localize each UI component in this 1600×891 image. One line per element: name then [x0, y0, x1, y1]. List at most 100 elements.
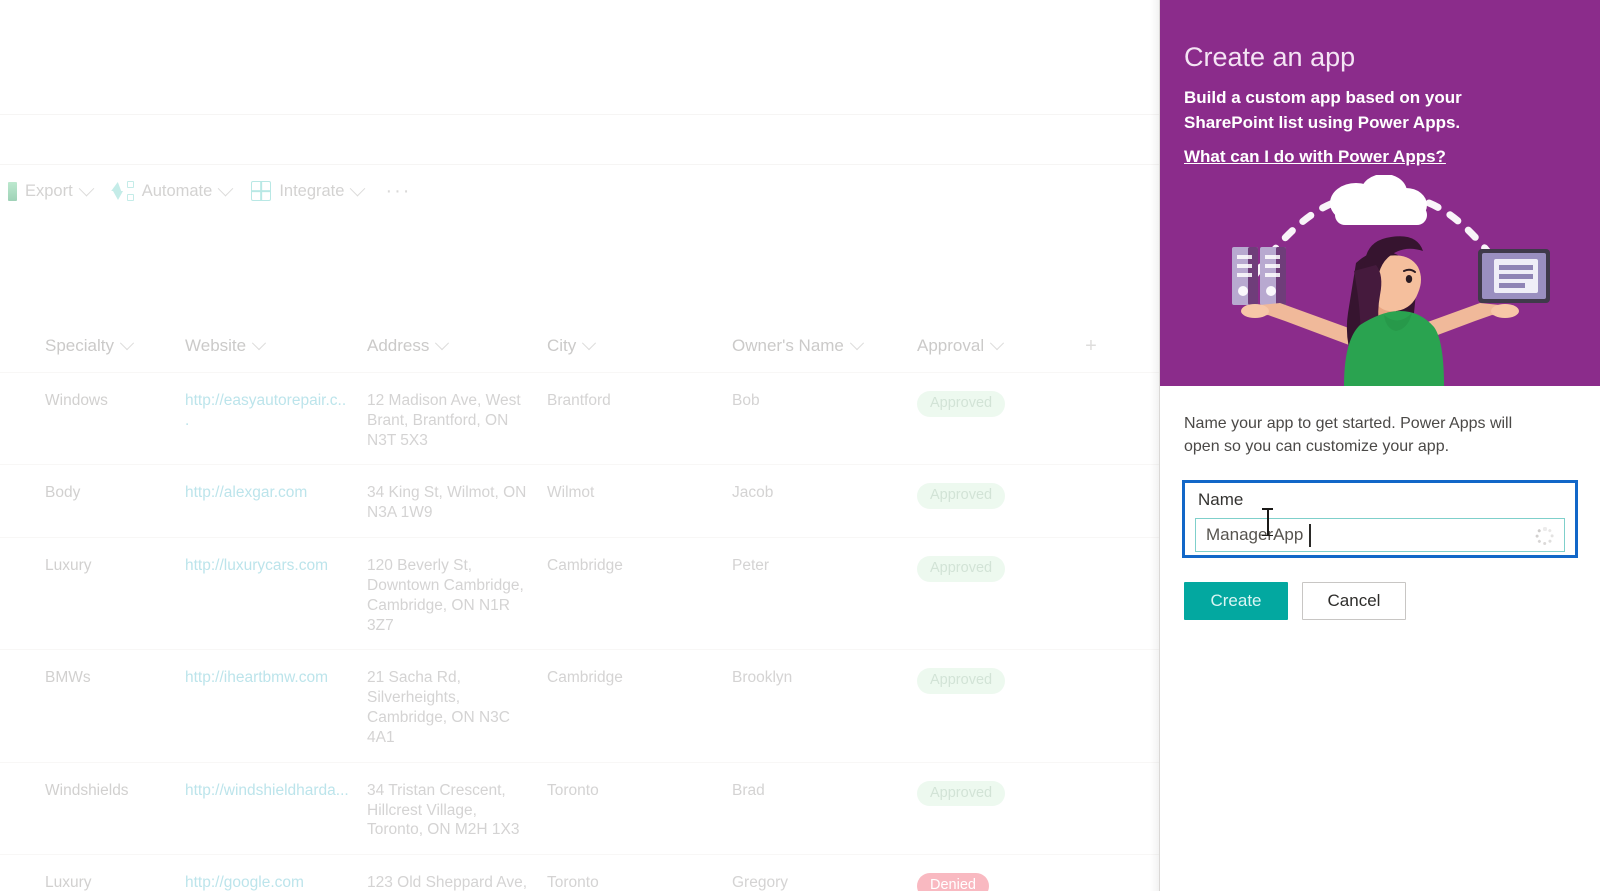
- chevron-down-icon: [218, 180, 234, 196]
- cell-approval: Approved: [917, 483, 1067, 509]
- cell-city: Toronto: [547, 874, 599, 891]
- column-header-owner-name[interactable]: Owner's Name: [732, 336, 917, 356]
- cell-specialty: Body: [45, 484, 81, 502]
- cell-owner: Brad: [732, 781, 765, 799]
- export-label: Export: [25, 181, 73, 200]
- text-caret: [1309, 524, 1311, 548]
- cell-city: Toronto: [547, 781, 599, 799]
- cell-address: 12 Madison Ave, West Brant, Brantford, O…: [367, 392, 521, 449]
- sharepoint-list-area: Export Automate Integrate ··· Specialty …: [0, 0, 1160, 891]
- cell-approval: Approved: [917, 391, 1067, 417]
- cell-approval: Approved: [917, 780, 1067, 807]
- cell-address: 34 Tristan Crescent, Hillcrest Village, …: [367, 781, 520, 839]
- create-app-panel: Create an app Build a custom app based o…: [1150, 0, 1600, 891]
- more-options-button[interactable]: ···: [373, 180, 423, 203]
- column-header-specialty[interactable]: Specialty: [0, 336, 185, 356]
- chevron-down-icon: [435, 336, 450, 351]
- cell-owner: Peter: [732, 557, 770, 575]
- panel-actions: Create Cancel: [1184, 582, 1576, 621]
- cell-city: Wilmot: [547, 484, 595, 502]
- cell-approval: Denied: [917, 873, 1067, 891]
- cell-address: 34 King St, Wilmot, ON N3A 1W9: [367, 484, 527, 522]
- chevron-down-icon: [990, 336, 1005, 351]
- command-bar: Export Automate Integrate ···: [0, 170, 1160, 212]
- cell-specialty: Luxury: [45, 874, 92, 891]
- cell-city: Cambridge: [547, 557, 623, 575]
- status-badge: Denied: [917, 873, 989, 891]
- divider-middle: [0, 164, 1160, 165]
- cell-owner: Bob: [732, 392, 760, 409]
- automate-label: Automate: [141, 181, 213, 200]
- table-body: Windows http://easyautorepair.c... 12 Madi…: [0, 372, 1160, 891]
- chevron-down-icon: [849, 336, 864, 351]
- status-badge: Approved: [917, 780, 1006, 807]
- cancel-button[interactable]: Cancel: [1302, 582, 1406, 621]
- panel-body-text: Name your app to get started. Power Apps…: [1184, 415, 1513, 455]
- cell-website[interactable]: http://windshieldharda...: [185, 781, 367, 801]
- cell-specialty: Luxury: [45, 557, 92, 575]
- column-header-approval[interactable]: Approval: [917, 336, 1067, 356]
- column-header-website[interactable]: Website: [185, 336, 367, 356]
- status-badge: Approved: [917, 391, 1006, 417]
- table-row[interactable]: Luxury http://google.com 123 Old Sheppard …: [0, 854, 1160, 891]
- table-row[interactable]: Luxury http://luxurycars.com 120 Beverly S…: [0, 537, 1160, 649]
- excel-export-icon: [8, 181, 17, 201]
- add-column-button[interactable]: +: [1067, 336, 1115, 356]
- cell-specialty: BMWs: [45, 669, 91, 687]
- status-badge: Approved: [917, 483, 1006, 509]
- table-header-row: Specialty Website Address City Owner's N…: [0, 320, 1160, 372]
- cell-specialty: Windows: [45, 392, 108, 409]
- chevron-down-icon: [119, 336, 135, 351]
- export-button[interactable]: Export: [0, 171, 102, 211]
- list-table: Specialty Website Address City Owner's N…: [0, 320, 1160, 891]
- table-row[interactable]: Body http://alexgar.com 34 King St, Wilmot…: [0, 464, 1160, 537]
- app-name-input[interactable]: [1196, 519, 1496, 552]
- cell-website[interactable]: http://iheartbmw.com: [185, 668, 367, 688]
- app-root: Export Automate Integrate ··· Specialty …: [0, 0, 1600, 891]
- integrate-label: Integrate: [279, 181, 345, 200]
- cell-address: 120 Beverly St, Downtown Cambridge, Camb…: [367, 557, 524, 634]
- app-name-field-group[interactable]: Name: [1182, 480, 1578, 559]
- divider-top: [0, 114, 1160, 115]
- cell-city: Cambridge: [547, 669, 623, 687]
- chevron-down-icon: [582, 336, 597, 351]
- chevron-down-icon: [78, 180, 94, 196]
- column-header-address[interactable]: Address: [367, 336, 547, 356]
- column-header-city[interactable]: City: [547, 336, 732, 356]
- cell-website[interactable]: http://google.com: [185, 873, 367, 891]
- integrate-grid-icon: [251, 181, 272, 201]
- create-button[interactable]: Create: [1184, 582, 1288, 621]
- panel-edge-shadow: [1150, 0, 1160, 891]
- cell-address: 123 Old Sheppard Ave, Pleasant View, Tor…: [367, 874, 528, 891]
- panel-description: Build a custom app based on your SharePo…: [1184, 88, 1462, 132]
- cell-website[interactable]: http://luxurycars.com: [185, 556, 367, 576]
- panel-title: Create an app: [1184, 42, 1356, 72]
- cell-approval: Approved: [917, 556, 1067, 582]
- cell-address: 21 Sacha Rd, Silverheights, Cambridge, O…: [367, 669, 510, 746]
- loading-spinner: [1535, 527, 1554, 546]
- plus-icon: +: [1085, 335, 1097, 357]
- cell-owner: Jacob: [732, 484, 774, 502]
- cell-website[interactable]: http://alexgar.com: [185, 483, 367, 503]
- chevron-down-icon: [350, 180, 366, 196]
- status-badge: Approved: [917, 668, 1006, 694]
- panel-body: Name your app to get started. Power Apps…: [1160, 386, 1600, 621]
- cell-specialty: Windshields: [45, 781, 129, 799]
- cell-website[interactable]: http://easyautorepair.c...: [185, 391, 367, 431]
- power-apps-help-link[interactable]: What can I do with Power Apps?: [1184, 147, 1446, 167]
- cell-owner: Brooklyn: [732, 669, 793, 687]
- integrate-button[interactable]: Integrate: [241, 171, 373, 211]
- cell-approval: Approved: [917, 668, 1067, 694]
- chevron-down-icon: [252, 336, 267, 351]
- table-row[interactable]: Windshields http://windshieldharda... 34 T…: [0, 761, 1160, 854]
- app-name-label: Name: [1198, 490, 1244, 510]
- cell-owner: Gregory: [732, 874, 788, 891]
- power-apps-illustration: [1232, 175, 1550, 386]
- table-row[interactable]: BMWs http://iheartbmw.com 21 Sacha Rd, Sil…: [0, 649, 1160, 761]
- cell-city: Brantford: [547, 392, 611, 409]
- panel-hero: Create an app Build a custom app based o…: [1160, 0, 1600, 386]
- app-name-input-wrapper[interactable]: [1195, 508, 1565, 553]
- table-row[interactable]: Windows http://easyautorepair.c... 12 Madi…: [0, 372, 1160, 464]
- automate-button[interactable]: Automate: [102, 171, 242, 211]
- status-badge: Approved: [917, 556, 1006, 582]
